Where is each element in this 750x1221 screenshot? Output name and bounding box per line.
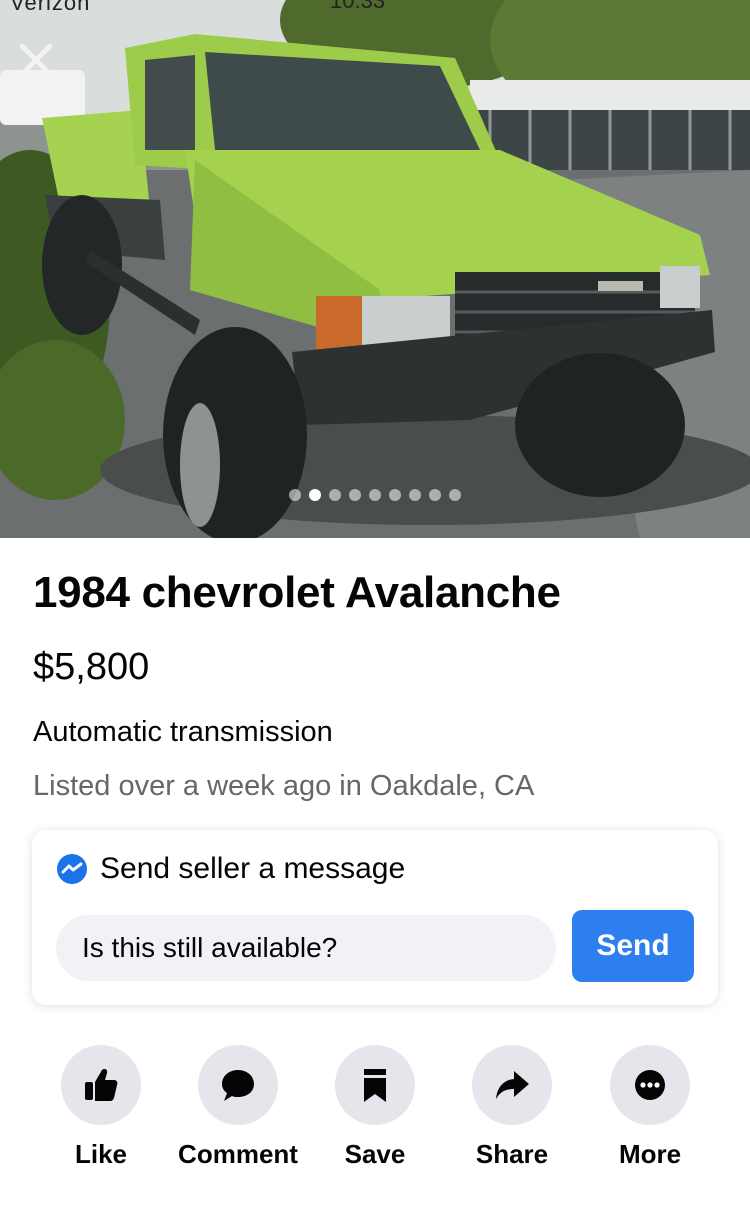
pagination-dot[interactable] [449,489,461,501]
save-button[interactable]: Save [305,1045,445,1170]
card-heading: Send seller a message [56,852,405,886]
more-dots-icon [635,1070,665,1100]
listing-price: $5,800 [33,646,150,688]
listed-info: Listed over a week ago in Oakdale, CA [33,770,535,802]
pagination-dot[interactable] [429,489,441,501]
listing-photo[interactable]: Verizon 10:33 [0,0,750,538]
bookmark-icon [364,1069,386,1102]
pagination-dot[interactable] [369,489,381,501]
comment-button[interactable]: Comment [168,1045,308,1170]
like-button[interactable]: Like [31,1045,171,1170]
more-button[interactable]: More [580,1045,720,1170]
like-circle [61,1045,141,1125]
photo-pagination[interactable] [289,489,461,501]
carrier-label: Verizon [10,0,91,15]
comment-circle [198,1045,278,1125]
share-arrow-icon [496,1071,529,1099]
more-circle [610,1045,690,1125]
pagination-dot[interactable] [329,489,341,501]
status-bar: Verizon 10:33 [0,0,750,15]
messenger-icon [57,854,87,884]
like-label: Like [74,1139,128,1169]
close-icon [19,43,53,77]
save-circle [335,1045,415,1125]
pagination-dot[interactable] [409,489,421,501]
listing-title: 1984 chevrolet Avalanche [33,568,561,617]
share-circle [472,1045,552,1125]
pagination-dot[interactable] [309,489,321,501]
action-row: Like Comment Save Share More [0,1045,750,1205]
truck-photo [0,0,750,538]
clock-label: 10:33 [330,0,386,13]
comment-label: Comment [178,1139,298,1169]
card-heading-label: Send seller a message [100,852,406,885]
transmission-label: Automatic transmission [33,716,333,748]
share-label: Share [475,1139,549,1169]
message-input[interactable] [56,915,556,981]
pagination-dot[interactable] [389,489,401,501]
send-button[interactable]: Send [572,910,694,982]
share-button[interactable]: Share [442,1045,582,1170]
save-label: Save [344,1139,406,1169]
close-button[interactable] [14,38,58,82]
comment-bubble-icon [222,1070,254,1101]
send-message-card: Send seller a message Send [32,830,718,1005]
thumbs-up-icon [85,1069,118,1101]
more-label: More [618,1139,682,1169]
pagination-dot[interactable] [349,489,361,501]
pagination-dot[interactable] [289,489,301,501]
